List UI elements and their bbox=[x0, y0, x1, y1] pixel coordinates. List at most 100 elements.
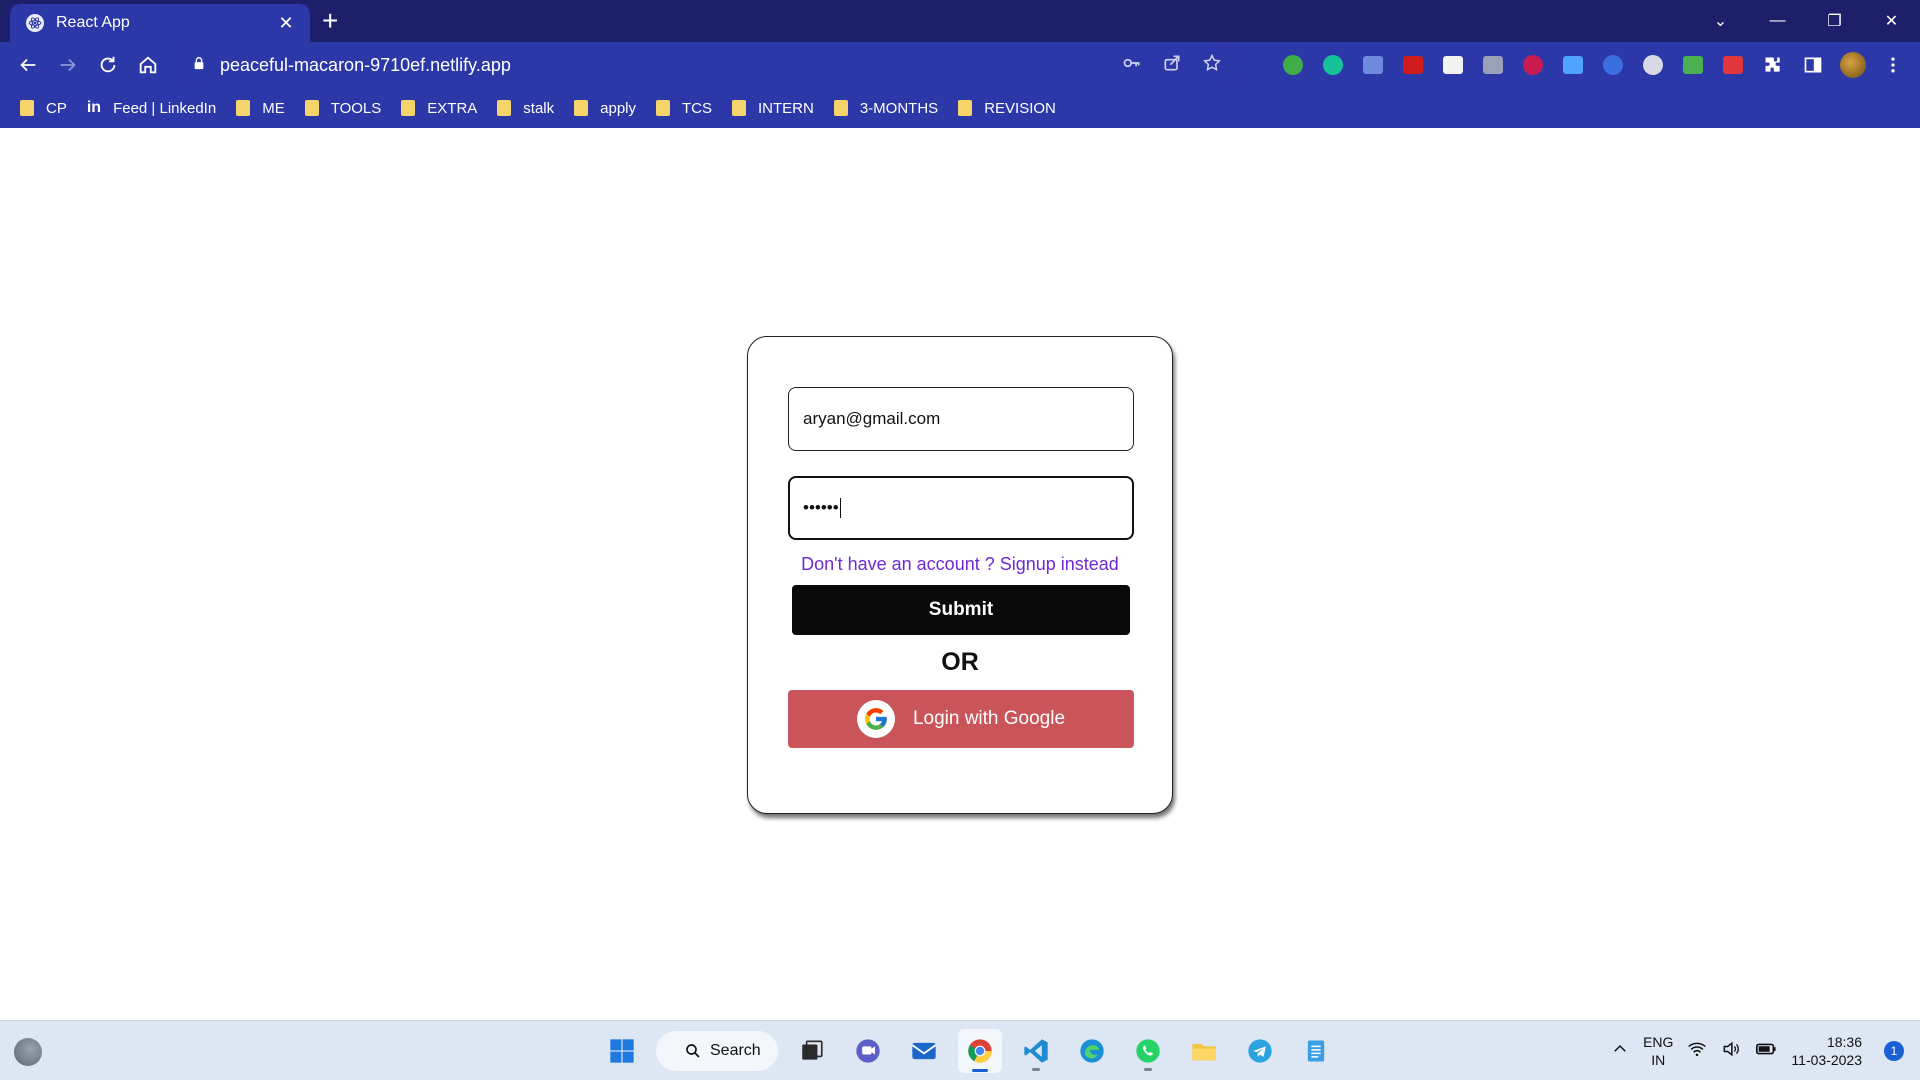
submit-button[interactable]: Submit bbox=[792, 585, 1130, 635]
bookmark-item[interactable]: TCS bbox=[656, 100, 712, 117]
profile-avatar[interactable] bbox=[1840, 52, 1866, 78]
eyes-extension-icon[interactable] bbox=[1640, 52, 1666, 78]
notepad-icon[interactable] bbox=[1294, 1029, 1338, 1073]
bookmark-item[interactable]: REVISION bbox=[958, 100, 1056, 117]
folder-icon bbox=[656, 100, 670, 116]
telegram-icon[interactable] bbox=[1238, 1029, 1282, 1073]
window-controls: ⌄ — ❐ ✕ bbox=[1692, 0, 1920, 42]
region-code: IN bbox=[1651, 1052, 1666, 1068]
bookmark-label: CP bbox=[46, 99, 67, 117]
translate-icon[interactable] bbox=[1360, 52, 1386, 78]
wifi-icon[interactable] bbox=[1687, 1039, 1707, 1064]
folder-icon bbox=[236, 100, 251, 116]
bookmark-star-icon[interactable] bbox=[1202, 53, 1222, 78]
folder-icon bbox=[20, 100, 34, 116]
url-text: peaceful-macaron-9710ef.netlify.app bbox=[220, 54, 511, 75]
bookmark-item[interactable]: stalk bbox=[497, 100, 554, 117]
bookmark-item[interactable]: apply bbox=[574, 100, 636, 117]
google-login-label: Login with Google bbox=[912, 708, 1066, 729]
back-icon[interactable] bbox=[14, 51, 42, 79]
windows-taskbar: Search ENG IN 18:36 11-03-2023 1 bbox=[0, 1020, 1920, 1080]
reload-icon[interactable] bbox=[94, 51, 122, 79]
folder-icon bbox=[497, 100, 512, 116]
whatsapp-icon[interactable] bbox=[1126, 1029, 1170, 1073]
vscode-icon[interactable] bbox=[1014, 1029, 1058, 1073]
bold-extension-icon[interactable] bbox=[1440, 52, 1466, 78]
bookmark-item[interactable]: CP bbox=[20, 100, 67, 117]
bookmark-item[interactable]: INTERN bbox=[732, 100, 814, 117]
folder-icon bbox=[574, 100, 589, 116]
tab-react-app[interactable]: React App ✕ bbox=[10, 4, 310, 42]
add-extension-icon[interactable] bbox=[1280, 52, 1306, 78]
bookmark-label: INTERN bbox=[758, 99, 814, 117]
linkedin-icon: in bbox=[86, 99, 102, 116]
notification-badge[interactable]: 1 bbox=[1884, 1041, 1904, 1061]
restore-icon[interactable]: ❐ bbox=[1806, 11, 1863, 31]
frog-extension-icon[interactable] bbox=[1680, 52, 1706, 78]
password-field[interactable]: •••••• bbox=[788, 476, 1134, 540]
pdf-extension-icon[interactable] bbox=[1400, 52, 1426, 78]
bookmark-item[interactable]: 3-MONTHS bbox=[833, 99, 939, 117]
minimize-icon[interactable]: — bbox=[1749, 12, 1806, 30]
text-caret bbox=[839, 498, 841, 518]
teams-chat-icon[interactable] bbox=[846, 1029, 890, 1073]
start-button[interactable] bbox=[600, 1029, 644, 1073]
window-close-icon[interactable]: ✕ bbox=[1863, 11, 1920, 31]
record-extension-icon[interactable] bbox=[1520, 52, 1546, 78]
taskbar-search[interactable]: Search bbox=[656, 1031, 778, 1071]
reader-glasses-icon[interactable] bbox=[1480, 52, 1506, 78]
search-label: Search bbox=[710, 1042, 761, 1059]
volume-icon[interactable] bbox=[1721, 1039, 1741, 1064]
home-icon[interactable] bbox=[134, 51, 162, 79]
edge-icon[interactable] bbox=[1070, 1029, 1114, 1073]
chevron-up-icon[interactable] bbox=[1611, 1040, 1629, 1063]
lock-icon bbox=[192, 56, 206, 75]
bookmark-label: stalk bbox=[523, 99, 555, 117]
clock[interactable]: 18:36 11-03-2023 bbox=[1791, 1033, 1862, 1069]
tab-close-icon[interactable]: ✕ bbox=[274, 13, 298, 34]
clock-date: 11-03-2023 bbox=[1791, 1052, 1862, 1068]
chrome-icon[interactable] bbox=[958, 1029, 1002, 1073]
bookmark-item[interactable]: in Feed | LinkedIn bbox=[87, 99, 216, 117]
email-value: aryan@gmail.com bbox=[803, 409, 941, 428]
new-tab-button[interactable]: + bbox=[322, 6, 338, 36]
language-code: ENG bbox=[1643, 1034, 1674, 1050]
bookmark-label: apply bbox=[600, 99, 636, 117]
javascript-extension-icon[interactable] bbox=[1720, 52, 1746, 78]
color-picker-icon[interactable] bbox=[1600, 52, 1626, 78]
bookmark-item[interactable]: EXTRA bbox=[401, 100, 477, 117]
google-icon bbox=[856, 700, 895, 738]
bookmark-label: TCS bbox=[682, 99, 712, 117]
side-panel-icon[interactable] bbox=[1800, 52, 1826, 78]
bookmark-item[interactable]: ME bbox=[236, 100, 285, 117]
search-icon bbox=[686, 1044, 700, 1058]
chrome-menu-icon[interactable] bbox=[1880, 52, 1906, 78]
browser-toolbar: peaceful-macaron-9710ef.netlify.app bbox=[0, 42, 1920, 88]
key-icon[interactable] bbox=[1122, 53, 1142, 78]
tab-search-chevron-icon[interactable]: ⌄ bbox=[1692, 11, 1749, 31]
react-favicon-icon bbox=[26, 14, 44, 32]
folder-icon bbox=[304, 100, 319, 116]
mail-icon[interactable] bbox=[902, 1029, 946, 1073]
battery-icon[interactable] bbox=[1755, 1038, 1777, 1065]
grammarly-icon[interactable] bbox=[1320, 52, 1346, 78]
pen-extension-icon[interactable] bbox=[1560, 52, 1586, 78]
task-view-icon[interactable] bbox=[790, 1029, 834, 1073]
share-icon[interactable] bbox=[1162, 53, 1182, 78]
bookmark-label: 3-MONTHS bbox=[859, 99, 939, 117]
google-login-button[interactable]: Login with Google bbox=[788, 690, 1134, 748]
weather-widget-icon[interactable] bbox=[14, 1038, 42, 1066]
file-explorer-icon[interactable] bbox=[1182, 1029, 1226, 1073]
or-divider: OR bbox=[941, 648, 979, 676]
bookmarks-bar: CP in Feed | LinkedIn ME TOOLS EXTRA stal… bbox=[0, 88, 1920, 128]
bookmark-item[interactable]: TOOLS bbox=[304, 100, 381, 117]
address-bar[interactable]: peaceful-macaron-9710ef.netlify.app bbox=[178, 47, 1242, 83]
password-value: •••••• bbox=[803, 498, 839, 517]
language-indicator[interactable]: ENG IN bbox=[1643, 1033, 1673, 1069]
extensions-puzzle-icon[interactable] bbox=[1760, 52, 1786, 78]
bookmark-label: ME bbox=[262, 99, 285, 117]
folder-icon bbox=[401, 100, 416, 116]
forward-icon[interactable] bbox=[54, 51, 82, 79]
signup-link[interactable]: Don't have an account ? Signup instead bbox=[748, 554, 1172, 575]
email-field[interactable]: aryan@gmail.com bbox=[788, 387, 1134, 451]
